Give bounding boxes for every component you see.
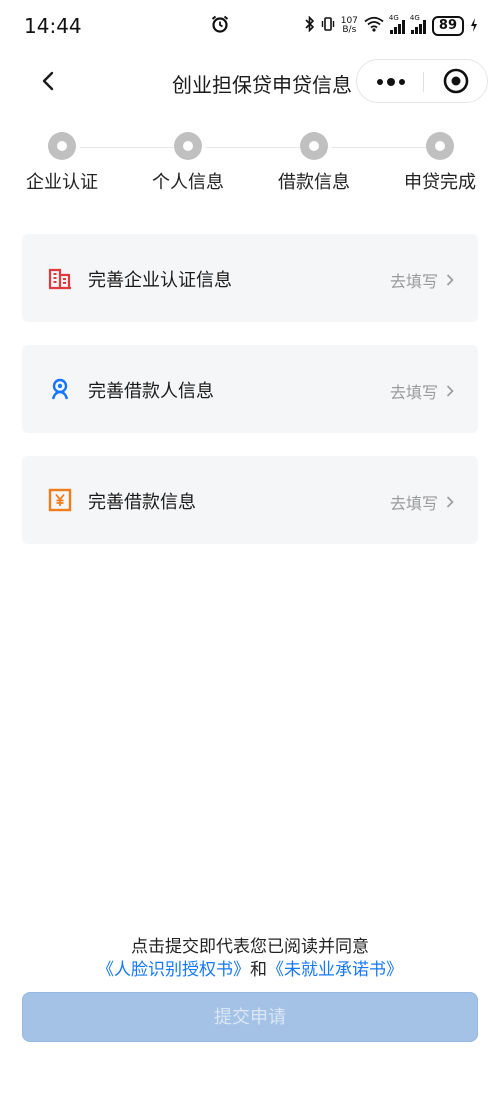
face-recognition-auth-link[interactable]: 《人脸识别授权书》 bbox=[97, 960, 250, 980]
fill-in-label: 去填写 bbox=[389, 383, 438, 402]
yen-icon bbox=[48, 488, 72, 512]
person-badge-icon bbox=[48, 377, 72, 401]
progress-steps: 企业认证 个人信息 借款信息 申贷完成 bbox=[0, 132, 500, 202]
fill-in-label: 去填写 bbox=[389, 494, 438, 513]
nav-bar: 创业担保贷申贷信息 bbox=[0, 52, 500, 110]
step-dot-icon bbox=[48, 132, 76, 160]
battery-icon: 89 bbox=[431, 16, 464, 36]
miniprogram-capsule bbox=[356, 59, 488, 103]
step-label: 个人信息 bbox=[152, 172, 224, 193]
network-speed: 107 B/s bbox=[341, 17, 358, 35]
chevron-right-icon bbox=[446, 274, 454, 286]
card-title: 完善借款信息 bbox=[88, 492, 196, 513]
signal-icon: 4G bbox=[389, 14, 405, 34]
borrower-info-card[interactable]: 完善借款人信息 去填写 bbox=[22, 345, 478, 433]
close-target-icon[interactable] bbox=[423, 60, 489, 102]
agreement-text: 点击提交即代表您已阅读并同意 bbox=[131, 937, 369, 957]
status-time: 14:44 bbox=[24, 14, 82, 38]
network-speed-unit: B/s bbox=[342, 25, 357, 35]
step-item: 企业认证 bbox=[17, 132, 107, 194]
enterprise-auth-card[interactable]: 完善企业认证信息 去填写 bbox=[22, 234, 478, 322]
more-icon[interactable] bbox=[357, 60, 423, 102]
step-item: 个人信息 bbox=[143, 132, 233, 194]
vibrate-icon bbox=[321, 16, 335, 36]
unemployment-pledge-link[interactable]: 《未就业承诺书》 bbox=[267, 960, 403, 980]
step-dot-icon bbox=[300, 132, 328, 160]
step-item: 申贷完成 bbox=[395, 132, 485, 194]
loan-info-card[interactable]: 完善借款信息 去填写 bbox=[22, 456, 478, 544]
submit-button[interactable]: 提交申请 bbox=[22, 992, 478, 1042]
step-item: 借款信息 bbox=[269, 132, 359, 194]
battery-level: 89 bbox=[438, 18, 457, 33]
fill-in-link[interactable]: 去填写 bbox=[390, 379, 454, 403]
step-label: 借款信息 bbox=[278, 172, 350, 193]
agreement-links: 《人脸识别授权书》和《未就业承诺书》 bbox=[0, 955, 500, 980]
back-icon[interactable] bbox=[36, 68, 62, 94]
wifi-icon bbox=[364, 16, 384, 36]
bluetooth-icon bbox=[305, 15, 315, 36]
building-icon bbox=[48, 266, 72, 290]
step-dot-icon bbox=[426, 132, 454, 160]
step-label: 企业认证 bbox=[26, 172, 98, 193]
step-label: 申贷完成 bbox=[404, 172, 476, 193]
chevron-right-icon bbox=[446, 385, 454, 397]
fill-in-link[interactable]: 去填写 bbox=[390, 268, 454, 292]
charging-icon bbox=[470, 17, 478, 36]
alarm-icon bbox=[210, 14, 230, 38]
step-dot-icon bbox=[174, 132, 202, 160]
chevron-right-icon bbox=[446, 496, 454, 508]
status-indicators: 107 B/s 4G 4G 89 bbox=[305, 14, 478, 38]
agreement-conjunction: 和 bbox=[250, 960, 267, 980]
card-title: 完善借款人信息 bbox=[88, 381, 214, 402]
fill-in-link[interactable]: 去填写 bbox=[390, 490, 454, 514]
fill-in-label: 去填写 bbox=[389, 272, 438, 291]
sim2-tag: 4G bbox=[409, 14, 420, 22]
page-title: 创业担保贷申贷信息 bbox=[172, 73, 352, 97]
signal-icon: 4G bbox=[410, 14, 426, 34]
sim1-tag: 4G bbox=[388, 14, 399, 22]
status-bar: 14:44 107 B/s 4G 4G 89 bbox=[0, 0, 500, 52]
card-title: 完善企业认证信息 bbox=[88, 270, 232, 291]
